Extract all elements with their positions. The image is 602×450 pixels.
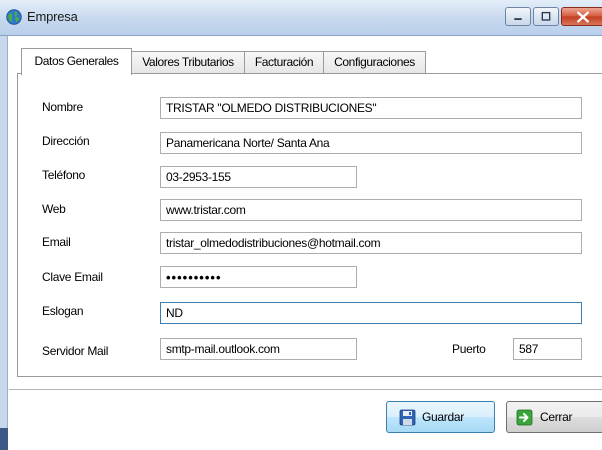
email-field[interactable] [160, 232, 582, 254]
label-eslogan: Eslogan [42, 304, 84, 318]
maximize-button[interactable] [533, 7, 559, 26]
close-button[interactable]: Cerrar [506, 401, 602, 433]
close-icon [577, 11, 589, 23]
minimize-button[interactable] [505, 7, 531, 26]
direccion-field[interactable] [160, 132, 582, 154]
close-button-label: Cerrar [540, 410, 573, 424]
nombre-field[interactable] [160, 97, 582, 119]
tab-configuraciones[interactable]: Configuraciones [323, 51, 426, 73]
title-bar[interactable]: Empresa [0, 0, 602, 36]
save-button-label: Guardar [422, 410, 464, 424]
label-puerto: Puerto [452, 342, 486, 356]
tab-facturacion[interactable]: Facturación [244, 51, 324, 73]
save-button[interactable]: Guardar [386, 401, 495, 433]
servidor-mail-field[interactable] [160, 338, 357, 360]
maximize-icon [541, 11, 551, 21]
exit-arrow-icon [516, 409, 533, 426]
label-direccion: Dirección [42, 134, 90, 148]
minimize-icon [514, 18, 522, 20]
label-servidor-mail: Servidor Mail [42, 344, 109, 358]
clave-email-field[interactable] [160, 266, 357, 288]
label-telefono: Teléfono [42, 168, 85, 182]
tab-datos-generales[interactable]: Datos Generales [21, 48, 132, 75]
frame-shadow [0, 428, 8, 450]
separator [9, 389, 602, 390]
telefono-field[interactable] [160, 166, 357, 188]
close-window-button[interactable] [561, 7, 602, 26]
label-web: Web [42, 202, 66, 216]
label-nombre: Nombre [42, 100, 83, 114]
eslogan-field[interactable] [160, 302, 582, 324]
floppy-disk-icon [399, 409, 416, 426]
globe-icon [6, 9, 22, 25]
window-title: Empresa [27, 9, 78, 24]
window-frame-left [0, 36, 8, 450]
tab-valores-tributarios[interactable]: Valores Tributarios [131, 51, 245, 73]
label-clave-email: Clave Email [42, 270, 103, 284]
web-field[interactable] [160, 199, 582, 221]
label-email: Email [42, 235, 71, 249]
puerto-field[interactable] [513, 338, 582, 360]
